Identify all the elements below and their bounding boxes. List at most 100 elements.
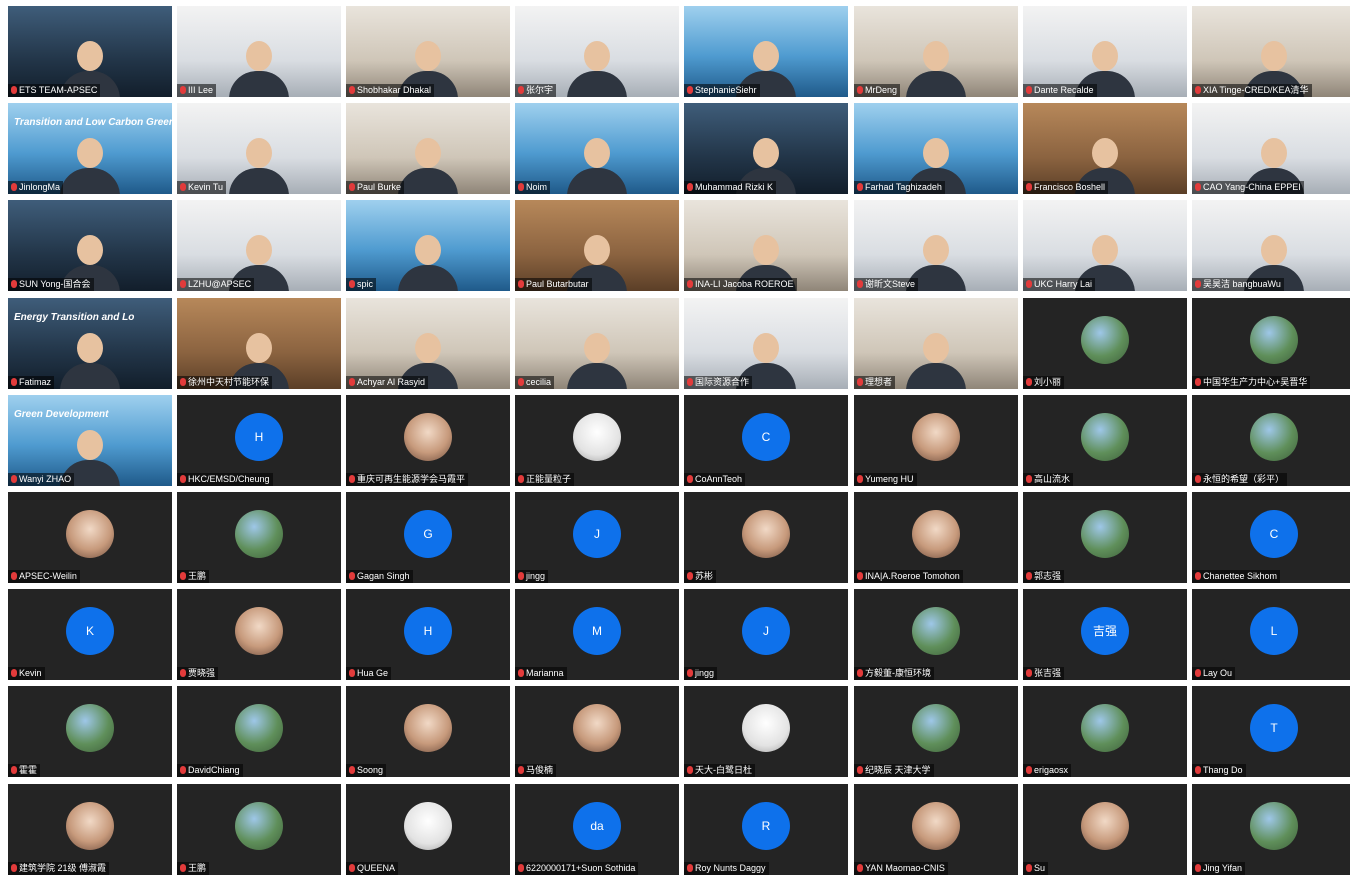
participant-tile[interactable]: StephanieSiehr: [684, 6, 848, 97]
participant-name-text: 方毅董-康恒环境: [865, 668, 931, 678]
participant-name-text: UKC Harry Lai: [1034, 279, 1093, 289]
participant-tile[interactable]: Jjingg: [684, 589, 848, 680]
participant-tile[interactable]: LZHU@APSEC: [177, 200, 341, 291]
participant-tile[interactable]: Noim: [515, 103, 679, 194]
participant-tile[interactable]: 郭志强: [1023, 492, 1187, 583]
participant-tile[interactable]: M Marianna: [515, 589, 679, 680]
participant-tile[interactable]: T Thang Do: [1192, 686, 1350, 777]
participant-tile[interactable]: G Gagan Singh: [346, 492, 510, 583]
participant-tile[interactable]: UKC Harry Lai: [1023, 200, 1187, 291]
participant-tile[interactable]: Dante Recalde: [1023, 6, 1187, 97]
participant-tile[interactable]: 苏彬: [684, 492, 848, 583]
participant-tile[interactable]: YAN Maomao-CNIS: [854, 784, 1018, 875]
participant-tile[interactable]: 纪晓辰 天津大学: [854, 686, 1018, 777]
mic-muted-icon: [687, 572, 693, 580]
participant-name-label: Lay Ou: [1192, 667, 1236, 680]
participant-name-text: erigaosx: [1034, 765, 1069, 775]
participant-avatar: J: [742, 606, 790, 655]
participant-name-label: 吴昊洁 bangbuaWu: [1192, 278, 1284, 291]
participant-tile[interactable]: 国际资源合作: [684, 298, 848, 389]
participant-tile[interactable]: Francisco Boshell: [1023, 103, 1187, 194]
participant-tile[interactable]: 徐州中天村节能环保: [177, 298, 341, 389]
participant-tile[interactable]: 理想者: [854, 298, 1018, 389]
participant-tile[interactable]: III Lee: [177, 6, 341, 97]
participant-avatar: K: [66, 606, 114, 655]
participant-name-label: cecilia: [515, 376, 555, 389]
participant-tile[interactable]: 王鹏: [177, 784, 341, 875]
participant-tile[interactable]: 张尔宇: [515, 6, 679, 97]
participant-tile[interactable]: XIA Tinge-CRED/KEA清华: [1192, 6, 1350, 97]
participant-tile[interactable]: INA|A.Roeroe Tomohon: [854, 492, 1018, 583]
participant-tile[interactable]: Jing Yifan: [1192, 784, 1350, 875]
participant-tile[interactable]: 刘小丽: [1023, 298, 1187, 389]
participant-tile[interactable]: K Kevin: [8, 589, 172, 680]
participant-name-text: Kevin Tu: [188, 182, 224, 192]
participant-tile[interactable]: 建筑学院 21级 傅淑霞: [8, 784, 172, 875]
participant-tile[interactable]: Jjingg: [515, 492, 679, 583]
participant-tile[interactable]: Yumeng HU: [854, 395, 1018, 486]
participant-tile[interactable]: Kevin Tu: [177, 103, 341, 194]
participant-name-label: Achyar Al Rasyid: [346, 376, 429, 389]
participant-name-label: 正能量粒子: [515, 473, 575, 486]
participant-name-label: Farhad Taghizadeh: [854, 181, 945, 194]
participant-tile[interactable]: INA-LI Jacoba ROEROE: [684, 200, 848, 291]
participant-tile[interactable]: C CoAnnTeoh: [684, 395, 848, 486]
participant-tile[interactable]: SUN Yong-国合会: [8, 200, 172, 291]
participant-tile[interactable]: 吉强 张吉强: [1023, 589, 1187, 680]
participant-tile[interactable]: spic: [346, 200, 510, 291]
participant-tile[interactable]: CAO Yang-China EPPEI: [1192, 103, 1350, 194]
mic-muted-icon: [180, 183, 186, 191]
participant-tile[interactable]: 中国华生产力中心+吴晋华: [1192, 298, 1350, 389]
participant-name-label: 永恒的希望（彩平）: [1192, 473, 1288, 486]
participant-tile[interactable]: Su: [1023, 784, 1187, 875]
participant-name-text: LZHU@APSEC: [188, 279, 252, 289]
participant-tile[interactable]: QUEENA: [346, 784, 510, 875]
participant-tile[interactable]: 正能量粒子: [515, 395, 679, 486]
participant-tile[interactable]: Farhad Taghizadeh: [854, 103, 1018, 194]
participant-tile[interactable]: da 6220000171+Suon Sothida: [515, 784, 679, 875]
participant-tile[interactable]: H Hua Ge: [346, 589, 510, 680]
participant-name-label: Yumeng HU: [854, 473, 917, 486]
participant-name-label: erigaosx: [1023, 764, 1072, 777]
participant-tile[interactable]: 重庆可再生能源学会马霞平: [346, 395, 510, 486]
participant-tile[interactable]: MrDeng: [854, 6, 1018, 97]
participant-tile[interactable]: 高山流水: [1023, 395, 1187, 486]
participant-tile[interactable]: 永恒的希望（彩平）: [1192, 395, 1350, 486]
participant-name-text: III Lee: [188, 85, 214, 95]
participant-tile[interactable]: Paul Burke: [346, 103, 510, 194]
participant-tile[interactable]: 方毅董-康恒环境: [854, 589, 1018, 680]
participant-avatar: [66, 703, 114, 752]
participant-tile[interactable]: Energy Transition and Lo Fatimaz: [8, 298, 172, 389]
participant-tile[interactable]: 贾晓强: [177, 589, 341, 680]
participant-tile[interactable]: C Chanettee Sikhom: [1192, 492, 1350, 583]
participant-tile[interactable]: Paul Butarbutar: [515, 200, 679, 291]
participant-tile[interactable]: erigaosx: [1023, 686, 1187, 777]
participant-tile[interactable]: Transition and Low Carbon Green D Jinlong…: [8, 103, 172, 194]
participant-tile[interactable]: Green Development Wanyi ZHAO: [8, 395, 172, 486]
participant-tile[interactable]: H HKC/EMSD/Cheung: [177, 395, 341, 486]
participant-tile[interactable]: 谢昕文Steve: [854, 200, 1018, 291]
participant-tile[interactable]: Muhammad Rizki K: [684, 103, 848, 194]
participant-tile[interactable]: cecilia: [515, 298, 679, 389]
participant-tile[interactable]: ETS TEAM-APSEC: [8, 6, 172, 97]
participant-name-label: CAO Yang-China EPPEI: [1192, 181, 1304, 194]
participant-tile[interactable]: R Roy Nunts Daggy: [684, 784, 848, 875]
participant-tile[interactable]: APSEC-Weilin: [8, 492, 172, 583]
participant-tile[interactable]: 王鹏: [177, 492, 341, 583]
participant-tile[interactable]: Shobhakar Dhakal: [346, 6, 510, 97]
mic-muted-icon: [11, 669, 17, 677]
participant-tile[interactable]: Soong: [346, 686, 510, 777]
participant-tile[interactable]: 天大-白鹭日杜: [684, 686, 848, 777]
participant-tile[interactable]: 马俊楠: [515, 686, 679, 777]
mic-muted-icon: [1026, 475, 1032, 483]
participant-tile[interactable]: DavidChiang: [177, 686, 341, 777]
participant-avatar: T: [1250, 703, 1298, 752]
participant-name-text: QUEENA: [357, 863, 396, 873]
participant-tile[interactable]: Achyar Al Rasyid: [346, 298, 510, 389]
participant-tile[interactable]: L Lay Ou: [1192, 589, 1350, 680]
participant-avatar: [742, 509, 790, 558]
participant-tile[interactable]: 吴昊洁 bangbuaWu: [1192, 200, 1350, 291]
participant-tile[interactable]: 霍霍: [8, 686, 172, 777]
mic-muted-icon: [1195, 669, 1201, 677]
participant-name-text: INA-LI Jacoba ROEROE: [695, 279, 794, 289]
